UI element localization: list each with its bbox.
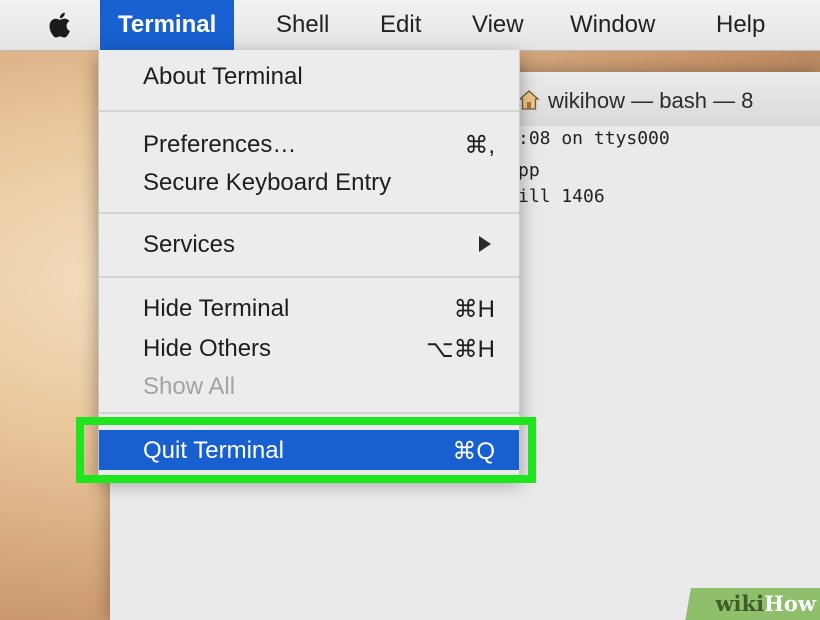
menu-edit[interactable]: Edit (362, 0, 439, 50)
menu-separator (99, 212, 519, 214)
menu-item-label: Show All (143, 373, 236, 400)
menu-separator (99, 110, 519, 112)
menu-help[interactable]: Help (698, 0, 783, 50)
terminal-line: pp (518, 160, 540, 181)
menu-item-label: About Terminal (143, 63, 303, 90)
menu-item-label: Services (143, 231, 236, 258)
secure-keyboard-entry-item[interactable]: Secure Keyboard Entry (99, 162, 519, 202)
hide-others-item[interactable]: Hide Others ⌥⌘H (99, 328, 519, 368)
services-item[interactable]: Services (99, 224, 519, 264)
menu-item-shortcut: ⌥⌘H (426, 336, 495, 363)
menu-terminal[interactable]: Terminal (100, 0, 235, 50)
menu-item-shortcut: ⌘, (464, 132, 495, 159)
wikihow-watermark: wikiHow (676, 588, 820, 620)
show-all-item: Show All (99, 366, 519, 406)
watermark-part1: wiki (715, 591, 765, 616)
callout-highlight-box (76, 417, 536, 483)
menu-separator (99, 276, 519, 278)
terminal-line: ill 1406 (518, 186, 605, 207)
menu-window[interactable]: Window (552, 0, 673, 50)
menu-shell[interactable]: Shell (258, 0, 347, 50)
menu-item-label: Secure Keyboard Entry (143, 169, 392, 196)
menu-item-label: Hide Others (143, 335, 272, 362)
hide-terminal-item[interactable]: Hide Terminal ⌘H (99, 288, 519, 328)
menu-separator (99, 412, 519, 414)
menu-item-shortcut: ⌘H (453, 296, 495, 323)
terminal-title: wikihow — bash — 8 (518, 88, 753, 114)
preferences-item[interactable]: Preferences… ⌘, (99, 124, 519, 164)
terminal-line: :08 on ttys000 (518, 128, 670, 149)
terminal-menu-dropdown: About Terminal Preferences… ⌘, Secure Ke… (98, 50, 520, 477)
about-terminal-item[interactable]: About Terminal (99, 56, 519, 96)
menu-bar: Terminal Shell Edit View Window Help (0, 0, 820, 51)
watermark-part2: How (764, 591, 816, 616)
apple-logo-icon[interactable] (47, 11, 71, 39)
terminal-title-text: wikihow — bash — 8 (548, 88, 754, 113)
menu-item-label: Preferences… (143, 131, 297, 158)
menu-item-label: Hide Terminal (143, 295, 290, 322)
home-icon (518, 90, 540, 110)
submenu-arrow-icon (479, 236, 491, 252)
menu-view[interactable]: View (454, 0, 542, 50)
